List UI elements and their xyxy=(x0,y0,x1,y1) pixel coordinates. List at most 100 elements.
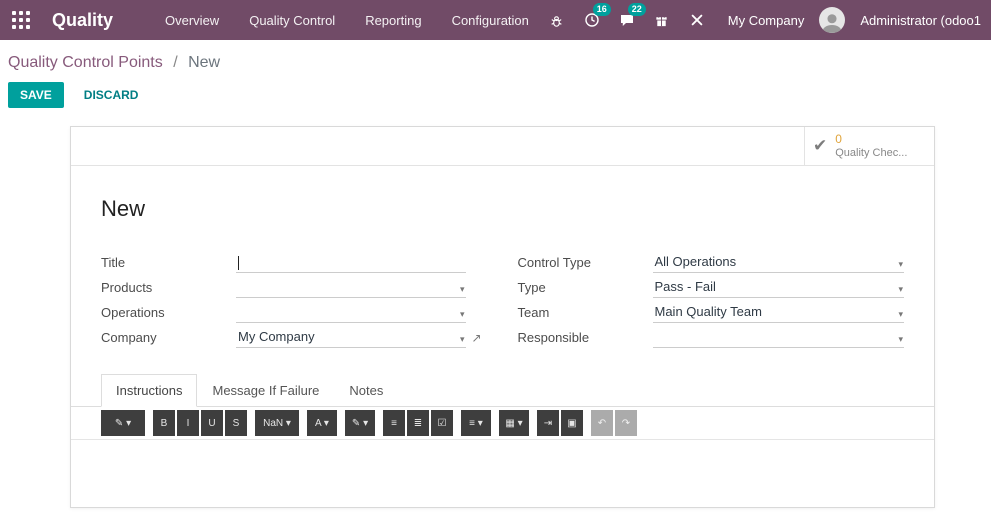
menu-overview[interactable]: Overview xyxy=(165,13,219,28)
field-label: Control Type xyxy=(517,255,591,270)
bold-button[interactable]: B xyxy=(153,410,175,436)
field-label: Products xyxy=(101,280,153,295)
form-card: ✔ 0 Quality Chec... New Title Products ▾… xyxy=(70,126,935,508)
type-select[interactable]: Pass - Fail ▾ xyxy=(652,277,904,298)
form-view: ✔ 0 Quality Chec... New Title Products ▾… xyxy=(0,120,991,508)
breadcrumb: Quality Control Points / New xyxy=(8,50,983,82)
chevron-down-icon[interactable]: ▾ xyxy=(460,284,465,295)
breadcrumb-separator: / xyxy=(173,54,178,71)
company-input[interactable]: My Company ▾ xyxy=(236,327,466,348)
italic-button[interactable]: I xyxy=(177,410,199,436)
checklist-button[interactable]: ☑ xyxy=(431,410,453,436)
unordered-list-button[interactable]: ≡ xyxy=(383,410,405,436)
field-row-responsible: Responsible ▾ xyxy=(517,323,904,348)
discard-button[interactable]: DISCARD xyxy=(80,82,143,108)
stat-label: Quality Chec... xyxy=(835,146,908,159)
main-menu: Overview Quality Control Reporting Confi… xyxy=(165,13,529,28)
menu-reporting[interactable]: Reporting xyxy=(365,13,421,28)
chevron-down-icon[interactable]: ▾ xyxy=(460,309,465,320)
control-type-select[interactable]: All Operations ▾ xyxy=(652,252,904,273)
title-input[interactable] xyxy=(236,252,466,273)
underline-button[interactable]: U xyxy=(201,410,223,436)
undo-button: ↶ xyxy=(591,410,613,436)
bug-icon[interactable] xyxy=(547,10,567,30)
avatar[interactable] xyxy=(819,7,846,33)
field-row-products: Products ▾ xyxy=(101,273,488,298)
field-label: Team xyxy=(517,305,550,320)
chevron-down-icon[interactable]: ▾ xyxy=(898,309,903,320)
left-column: Title Products ▾ Operations ▾ Company My… xyxy=(101,248,488,348)
tab-message-if-failure[interactable]: Message If Failure xyxy=(197,374,334,406)
team-select[interactable]: Main Quality Team ▾ xyxy=(652,302,904,323)
notebook-tabs: Instructions Message If Failure Notes xyxy=(71,374,934,407)
systray: 16 22 My Company Administrator (odoo1 xyxy=(547,3,981,33)
stat-button-bar: ✔ 0 Quality Chec... xyxy=(71,127,934,166)
table-dropdown[interactable]: ▦ ▾ xyxy=(499,410,529,436)
ordered-list-button[interactable]: ≣ xyxy=(407,410,429,436)
align-dropdown[interactable]: ≡ ▾ xyxy=(461,410,491,436)
text-cursor xyxy=(238,255,239,270)
field-row-title: Title xyxy=(101,248,488,273)
field-label: Responsible xyxy=(517,330,590,345)
field-value: Main Quality Team xyxy=(654,304,762,319)
menu-configuration[interactable]: Configuration xyxy=(452,13,529,28)
field-label: Title xyxy=(101,255,126,270)
topbar: Quality Overview Quality Control Reporti… xyxy=(0,0,991,40)
field-value: Pass - Fail xyxy=(654,279,716,294)
control-panel-buttons: SAVE DISCARD xyxy=(8,82,983,108)
field-row-control-type: Control Type All Operations ▾ xyxy=(517,248,904,273)
chevron-down-icon[interactable]: ▾ xyxy=(898,334,903,345)
activities-icon[interactable]: 16 xyxy=(582,3,611,30)
quality-checks-stat-button[interactable]: ✔ 0 Quality Chec... xyxy=(804,127,934,165)
check-icon: ✔ xyxy=(813,136,828,155)
app-name[interactable]: Quality xyxy=(52,10,113,31)
activities-badge: 16 xyxy=(592,3,611,16)
external-link-icon[interactable]: ↗ xyxy=(466,331,488,348)
chevron-down-icon[interactable]: ▾ xyxy=(898,284,903,295)
stat-texts: 0 Quality Chec... xyxy=(835,132,907,161)
field-value: All Operations xyxy=(654,254,737,269)
chevron-down-icon[interactable]: ▾ xyxy=(898,259,903,270)
field-row-company: Company My Company ▾ ↗ xyxy=(101,323,488,348)
messages-icon[interactable]: 22 xyxy=(617,3,646,30)
text-color-dropdown[interactable]: A ▾ xyxy=(307,410,337,436)
control-panel: Quality Control Points / New SAVE DISCAR… xyxy=(0,40,991,120)
field-label: Type xyxy=(517,280,546,295)
menu-quality-control[interactable]: Quality Control xyxy=(249,13,335,28)
field-label: Operations xyxy=(101,305,165,320)
user-menu[interactable]: Administrator (odoo1 xyxy=(860,13,981,28)
field-value: My Company xyxy=(238,329,315,344)
tab-instructions[interactable]: Instructions xyxy=(101,374,198,407)
instructions-editor[interactable] xyxy=(71,440,934,507)
messages-badge: 22 xyxy=(627,3,646,16)
strikethrough-button[interactable]: S xyxy=(225,410,247,436)
operations-input[interactable]: ▾ xyxy=(236,302,466,323)
editor-toolbar: ✎ ▾ B I U S NaN ▾ A ▾ ✎ ▾ ≡ ≣ ☑ ≡ ▾ ▦ ▾ … xyxy=(71,407,934,440)
breadcrumb-parent[interactable]: Quality Control Points xyxy=(8,54,163,71)
gift-icon[interactable] xyxy=(652,10,672,30)
field-label: Company xyxy=(101,330,157,345)
form-sheet: New Title Products ▾ Operations ▾ Compan… xyxy=(71,166,934,407)
field-row-team: Team Main Quality Team ▾ xyxy=(517,298,904,323)
image-button[interactable]: ▣ xyxy=(561,410,583,436)
indent-button[interactable]: ⇥ xyxy=(537,410,559,436)
tab-notes[interactable]: Notes xyxy=(334,374,398,406)
apps-menu-icon[interactable] xyxy=(12,11,30,29)
responsible-input[interactable]: ▾ xyxy=(652,327,904,348)
style-dropdown[interactable]: ✎ ▾ xyxy=(101,410,145,436)
font-size-dropdown[interactable]: NaN ▾ xyxy=(255,410,299,436)
chevron-down-icon[interactable]: ▾ xyxy=(460,334,465,345)
redo-button: ↷ xyxy=(615,410,637,436)
field-row-operations: Operations ▾ xyxy=(101,298,488,323)
field-grid: Title Products ▾ Operations ▾ Company My… xyxy=(101,248,904,348)
company-switcher[interactable]: My Company xyxy=(728,13,805,28)
save-button[interactable]: SAVE xyxy=(8,82,64,108)
right-column: Control Type All Operations ▾ Type Pass … xyxy=(517,248,904,348)
tools-icon[interactable] xyxy=(687,10,707,30)
record-title: New xyxy=(101,196,146,221)
stat-count: 0 xyxy=(835,131,842,146)
breadcrumb-current: New xyxy=(188,54,221,71)
products-input[interactable]: ▾ xyxy=(236,277,466,298)
highlight-dropdown[interactable]: ✎ ▾ xyxy=(345,410,375,436)
field-row-type: Type Pass - Fail ▾ xyxy=(517,273,904,298)
